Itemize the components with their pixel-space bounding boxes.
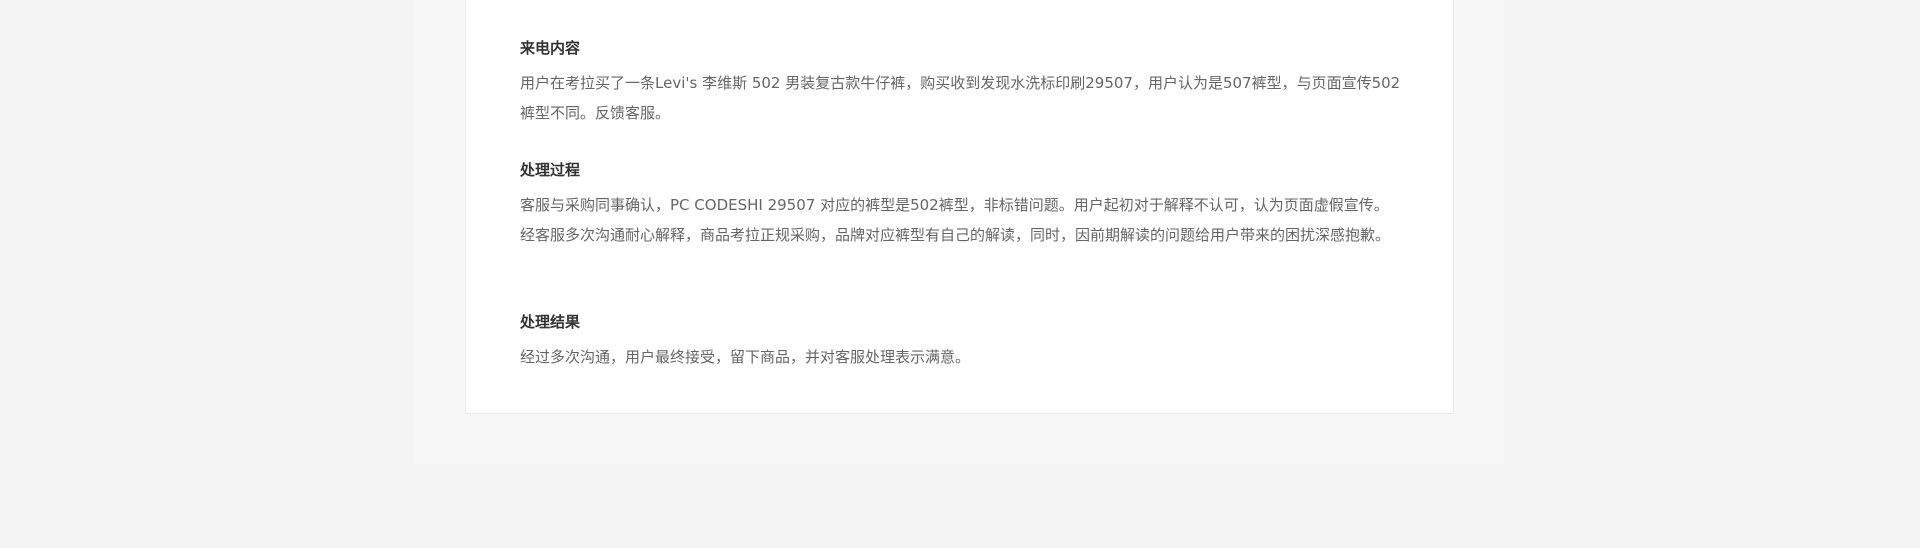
section-call-content: 来电内容 用户在考拉买了一条Levi's 李维斯 502 男装复古款牛仔裤，购买… <box>520 38 1402 128</box>
case-detail-card: 来电内容 用户在考拉买了一条Levi's 李维斯 502 男装复古款牛仔裤，购买… <box>465 0 1454 414</box>
section-body: 用户在考拉买了一条Levi's 李维斯 502 男装复古款牛仔裤，购买收到发现水… <box>520 74 1401 122</box>
section-body: 经过多次沟通，用户最终接受，留下商品，并对客服处理表示满意。 <box>520 348 971 366</box>
section-heading: 处理过程 <box>520 161 581 179</box>
section-handling-process: 处理过程 客服与采购同事确认，PC CODESHI 29507 对应的裤型是50… <box>520 160 1402 250</box>
section-heading: 来电内容 <box>520 39 581 57</box>
section-body: 客服与采购同事确认，PC CODESHI 29507 对应的裤型是502裤型，非… <box>520 196 1391 244</box>
section-handling-result: 处理结果 经过多次沟通，用户最终接受，留下商品，并对客服处理表示满意。 <box>520 312 1402 372</box>
section-heading: 处理结果 <box>520 313 581 331</box>
